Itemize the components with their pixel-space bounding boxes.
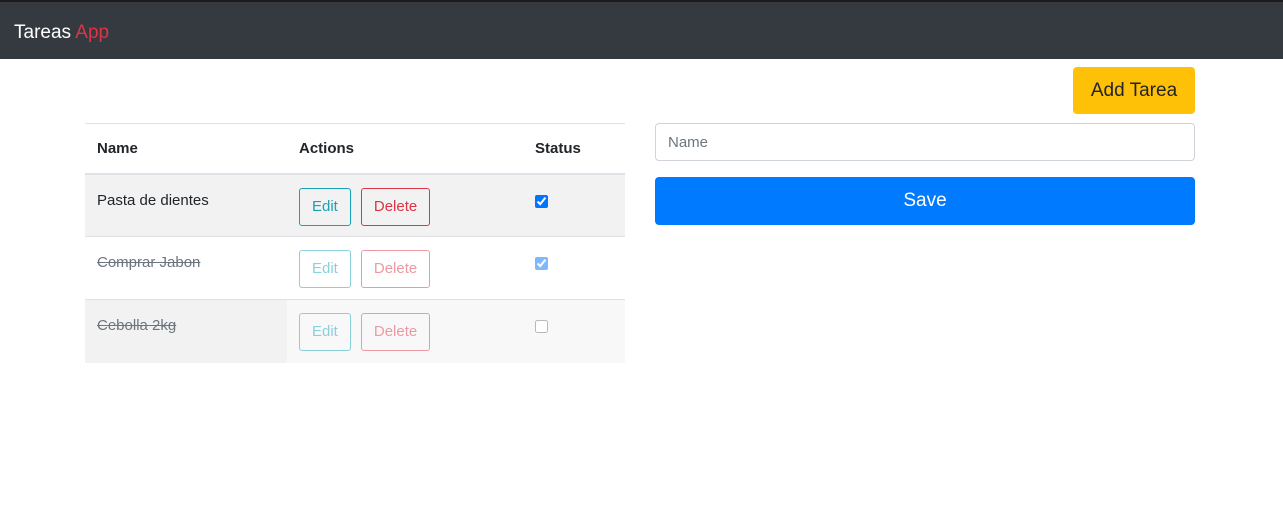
name-input[interactable] <box>655 123 1195 161</box>
header-name: Name <box>85 123 287 175</box>
edit-button[interactable]: Edit <box>299 250 351 288</box>
task-name: Comprar Jabon <box>97 254 201 271</box>
table-row: Pasta de dientes Edit Delete <box>85 173 625 237</box>
delete-button[interactable]: Delete <box>360 313 431 351</box>
navbar-brand[interactable]: Tareas App <box>14 22 109 44</box>
table-row: Cebolla 2kg Edit Delete <box>85 299 625 363</box>
delete-button[interactable]: Delete <box>360 187 431 226</box>
status-checkbox[interactable] <box>535 320 548 333</box>
brand-main: Tareas <box>14 22 72 43</box>
save-button[interactable]: Save <box>655 177 1195 225</box>
table-row: Comprar Jabon Edit Delete <box>85 236 625 300</box>
task-name: Pasta de dientes <box>97 191 209 209</box>
edit-button[interactable]: Edit <box>299 313 351 351</box>
task-name: Cebolla 2kg <box>97 317 177 334</box>
tasks-table: Name Actions Status Pasta de dientes Edi… <box>85 123 625 363</box>
edit-button[interactable]: Edit <box>299 187 351 226</box>
header-actions: Actions <box>287 123 523 175</box>
header-status: Status <box>523 123 625 175</box>
status-checkbox[interactable] <box>535 257 548 270</box>
brand-accent: App <box>75 22 110 43</box>
delete-button[interactable]: Delete <box>360 250 431 288</box>
status-checkbox[interactable] <box>535 194 548 208</box>
add-tarea-button[interactable]: Add Tarea <box>1073 67 1195 114</box>
navbar: Tareas App <box>0 2 1283 59</box>
